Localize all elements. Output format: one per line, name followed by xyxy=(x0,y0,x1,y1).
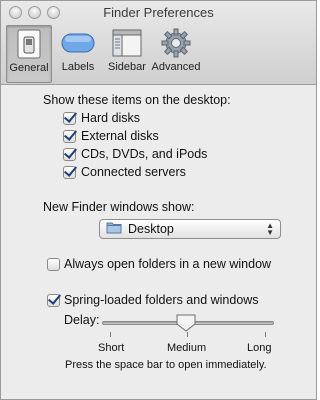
spacebar-note: Press the space bar to open immediately. xyxy=(65,359,267,371)
popup-arrows-icon: ▲ ▼ xyxy=(266,221,274,237)
new-window-heading: New Finder windows show: xyxy=(43,200,195,214)
connected-servers-label: Connected servers xyxy=(81,165,186,179)
delay-medium-label: Medium xyxy=(167,342,207,354)
always-open-new-window-label: Always open folders in a new window xyxy=(64,257,272,271)
desktop-items-heading: Show these items on the desktop: xyxy=(43,93,231,107)
slider-tick-long xyxy=(265,332,266,337)
window-title: Finder Preferences xyxy=(103,5,214,20)
label-tag-icon xyxy=(60,27,96,59)
tab-sidebar[interactable]: Sidebar xyxy=(104,25,150,83)
tab-labels-label: Labels xyxy=(61,61,95,73)
preferences-toolbar: General Labels Sidebar Advanced xyxy=(6,25,201,83)
tab-advanced-label: Advanced xyxy=(151,61,201,73)
delay-long-label: Long xyxy=(247,342,272,354)
always-open-new-window-checkbox[interactable] xyxy=(47,258,60,271)
tab-labels[interactable]: Labels xyxy=(55,25,101,83)
delay-short-label: Short xyxy=(98,342,125,354)
hard-disks-checkbox[interactable] xyxy=(63,112,76,125)
titlebar: Finder Preferences General Labels Sideba… xyxy=(1,1,316,85)
delay-label: Delay: xyxy=(64,313,100,327)
folder-icon xyxy=(106,221,122,237)
tab-sidebar-label: Sidebar xyxy=(108,61,146,73)
switch-icon xyxy=(11,28,47,60)
cds-dvds-ipods-label: CDs, DVDs, and iPods xyxy=(81,147,208,161)
general-pane: Show these items on the desktop: Hard di… xyxy=(1,86,316,399)
sidebar-window-icon xyxy=(109,27,145,59)
new-window-location-popup[interactable]: Desktop ▲ ▼ xyxy=(99,219,281,239)
external-disks-label: External disks xyxy=(81,129,159,143)
tab-advanced[interactable]: Advanced xyxy=(151,25,201,83)
external-disks-checkbox[interactable] xyxy=(63,130,76,143)
hard-disks-label: Hard disks xyxy=(81,111,141,125)
new-window-location-value: Desktop xyxy=(128,222,174,236)
connected-servers-checkbox[interactable] xyxy=(63,166,76,179)
spring-loaded-checkbox[interactable] xyxy=(47,294,60,307)
gear-icon xyxy=(158,27,194,59)
slider-tick-short xyxy=(110,332,111,337)
cds-dvds-ipods-checkbox[interactable] xyxy=(63,148,76,161)
tab-general[interactable]: General xyxy=(6,25,52,83)
finder-preferences-window: Finder Preferences General Labels Sideba… xyxy=(0,0,317,400)
delay-slider-thumb[interactable] xyxy=(175,313,197,336)
tab-general-label: General xyxy=(9,62,49,74)
spring-loaded-label: Spring-loaded folders and windows xyxy=(64,293,259,307)
